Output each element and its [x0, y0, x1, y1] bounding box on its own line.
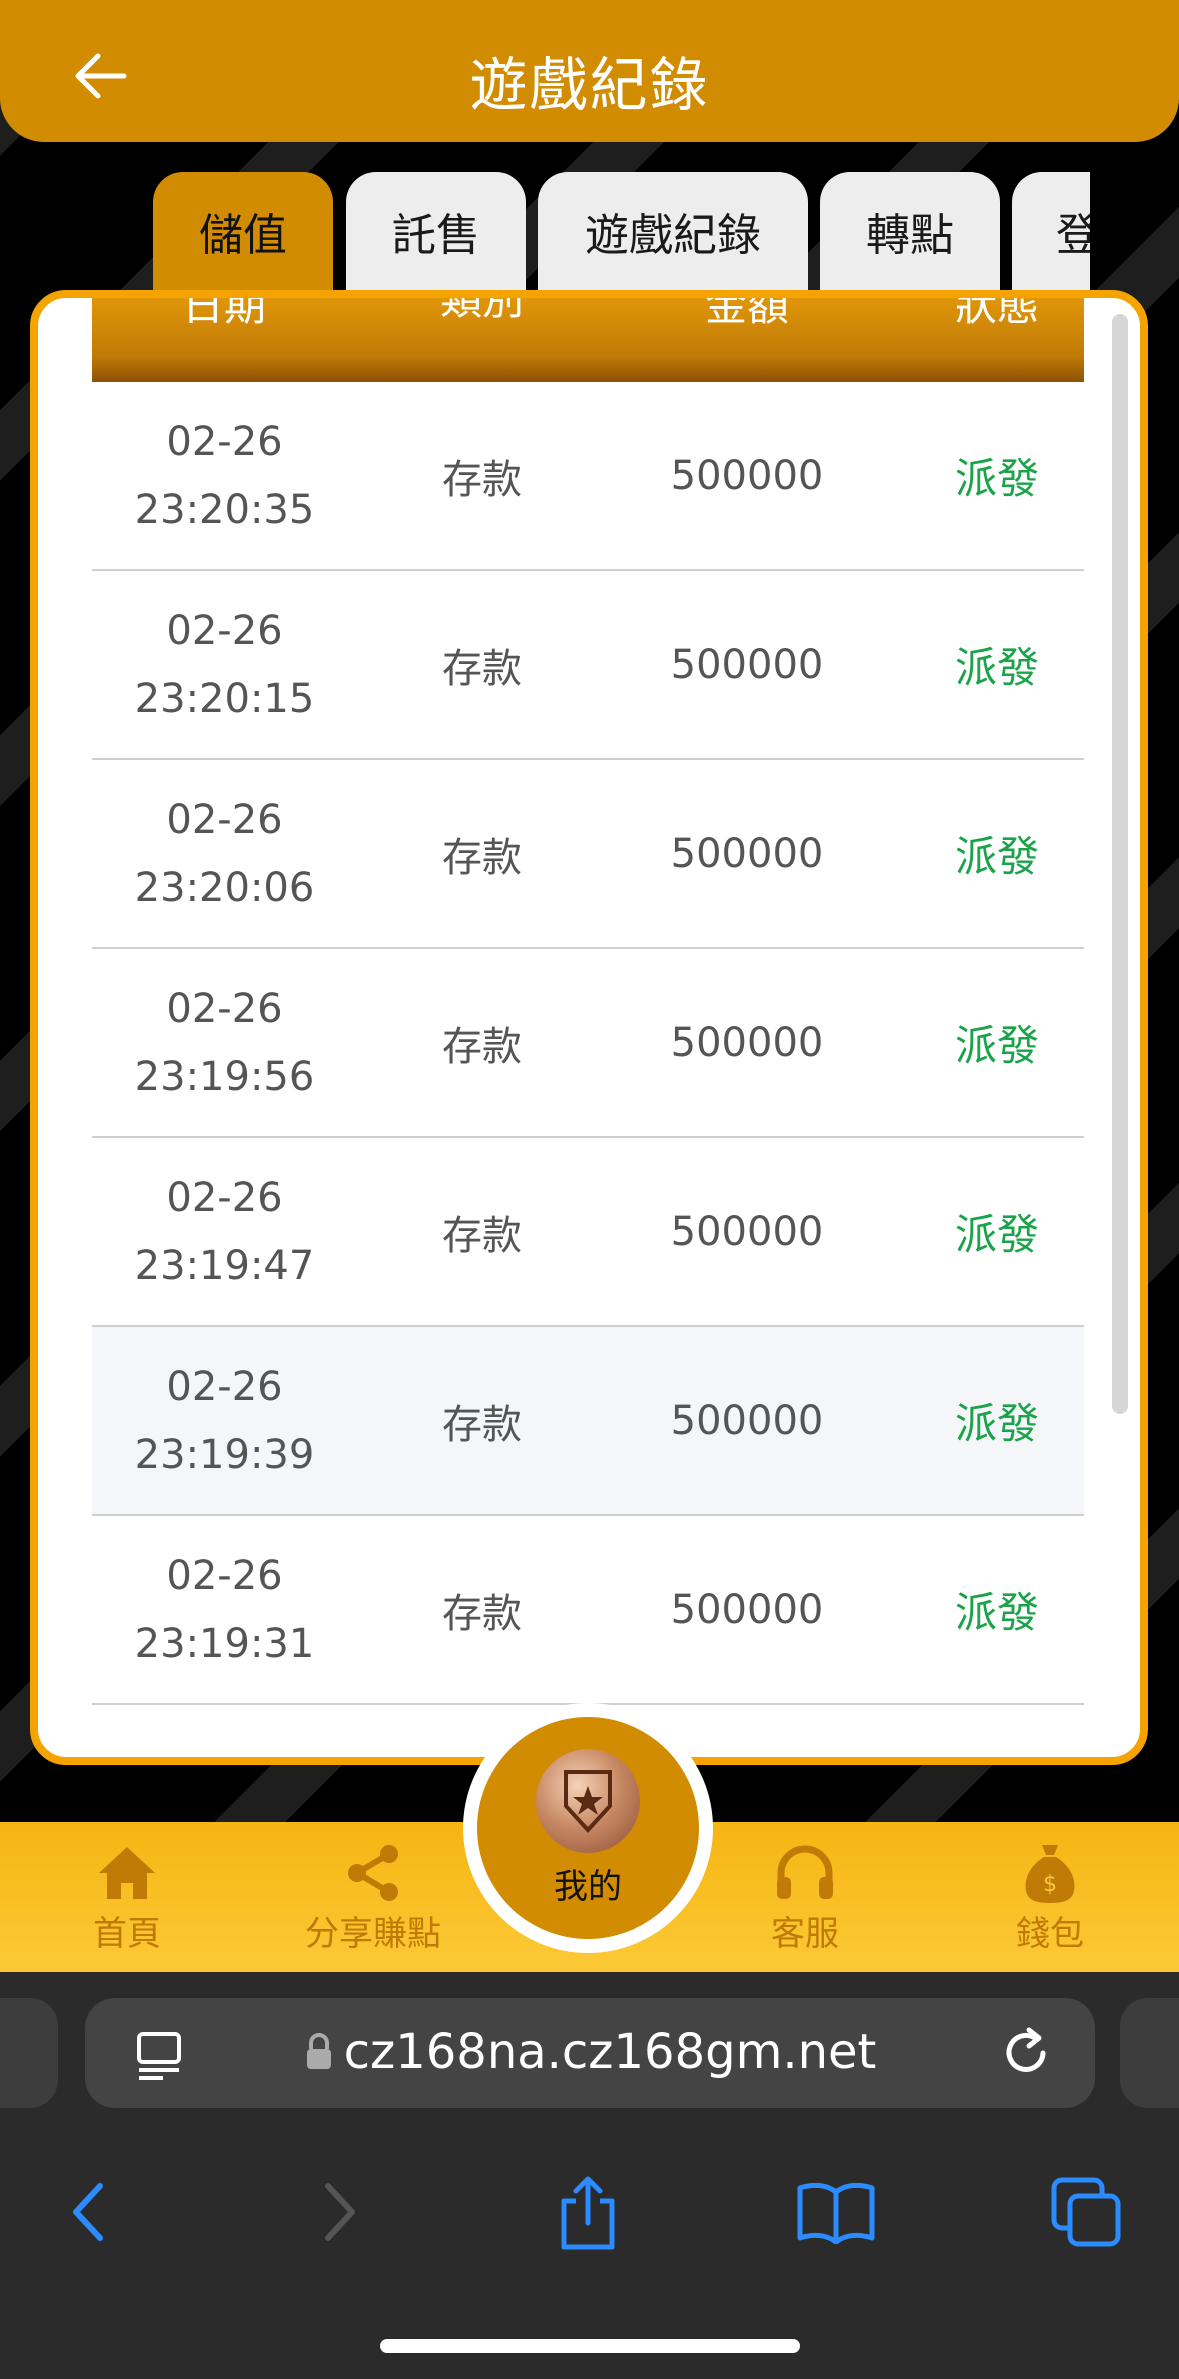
- url-text: cz168na.cz168gm.net: [85, 2024, 1095, 2083]
- type-cell: 存款: [442, 834, 522, 881]
- svg-text:$: $: [1043, 1872, 1057, 1897]
- share-icon: [343, 1840, 403, 1906]
- table-header: 日期 類別 金額 狀態: [92, 298, 1084, 382]
- tab-bar: 儲值 託售 遊戲紀錄 轉點 登: [0, 172, 1090, 290]
- nav-share-label: 分享賺點: [305, 1914, 441, 1954]
- next-tab-peek[interactable]: [1120, 1998, 1179, 2108]
- nav-mine-label: 我的: [554, 1866, 622, 1907]
- address-bar[interactable]: cz168na.cz168gm.net: [85, 1998, 1095, 2108]
- status-cell: 派發: [954, 454, 1039, 503]
- nav-share[interactable]: 分享賺點: [283, 1840, 463, 1960]
- column-header-type: 類別: [439, 298, 524, 324]
- date-cell: 02-26 23:20:35: [134, 418, 315, 533]
- amount-cell: 500000: [670, 1397, 824, 1444]
- status-cell: 派發: [954, 1588, 1039, 1637]
- tab-transfer[interactable]: 轉點: [820, 172, 1000, 290]
- nav-wallet[interactable]: $ 錢包: [960, 1840, 1140, 1960]
- url-value: cz168na.cz168gm.net: [343, 2024, 877, 2080]
- browser-forward-button[interactable]: [300, 2172, 380, 2252]
- status-cell: 派發: [954, 1399, 1039, 1448]
- date-cell: 02-26 23:20:06: [134, 796, 315, 911]
- bookmarks-button[interactable]: [796, 2172, 876, 2252]
- status-cell: 派發: [954, 643, 1039, 692]
- nav-home[interactable]: 首頁: [37, 1840, 217, 1960]
- scrollbar[interactable]: [1112, 314, 1128, 1414]
- amount-cell: 500000: [670, 830, 824, 877]
- tab-consign[interactable]: 託售: [346, 172, 526, 290]
- nav-home-label: 首頁: [93, 1914, 161, 1954]
- date-cell: 02-26 23:20:15: [134, 607, 315, 722]
- medal-icon: [536, 1748, 640, 1853]
- column-header-amount: 金額: [704, 298, 789, 330]
- table-row[interactable]: 02-26 23:20:15 存款 500000 派發: [92, 571, 1084, 760]
- headphones-icon: [773, 1840, 837, 1906]
- reload-icon[interactable]: [999, 2026, 1053, 2084]
- chevron-right-icon: [325, 2183, 355, 2241]
- home-indicator: [380, 2339, 800, 2353]
- tabs-button[interactable]: [1046, 2172, 1126, 2252]
- amount-cell: 500000: [670, 1208, 824, 1255]
- type-cell: 存款: [442, 645, 522, 692]
- type-cell: 存款: [442, 1590, 522, 1637]
- share-sheet-icon: [561, 2176, 615, 2250]
- date-cell: 02-26 23:19:31: [134, 1552, 315, 1667]
- money-bag-icon: $: [1022, 1840, 1078, 1906]
- tab-login[interactable]: 登: [1012, 172, 1090, 290]
- records-card: 日期 類別 金額 狀態 02-26 23:20:35 存款 500000 派發 0…: [30, 290, 1148, 1765]
- table-row[interactable]: 02-26 23:20:06 存款 500000 派發: [92, 760, 1084, 949]
- table-row[interactable]: 02-26 23:20:35 存款 500000 派發: [92, 382, 1084, 571]
- nav-service-label: 客服: [771, 1914, 839, 1954]
- date-cell: 02-26 23:19:39: [134, 1363, 315, 1478]
- date-cell: 02-26: [92, 1705, 357, 1757]
- nav-mine-button[interactable]: 我的: [463, 1703, 713, 1953]
- date-cell: 02-26 23:19:56: [134, 985, 315, 1100]
- status-cell: 派發: [954, 1210, 1039, 1259]
- lock-icon: [304, 2027, 334, 2083]
- amount-cell: 500000: [670, 1019, 824, 1066]
- type-cell: 存款: [442, 456, 522, 503]
- type-cell: 存款: [442, 1212, 522, 1259]
- nav-service[interactable]: 客服: [715, 1840, 895, 1960]
- column-header-date: 日期: [181, 298, 266, 330]
- table-row[interactable]: 02-26 23:19:56 存款 500000 派發: [92, 949, 1084, 1138]
- tabs-icon: [1051, 2177, 1121, 2247]
- app-header: 遊戲紀錄: [0, 0, 1179, 142]
- previous-tab-peek[interactable]: [0, 1998, 58, 2108]
- column-header-status: 狀態: [954, 298, 1039, 330]
- browser-back-button[interactable]: [48, 2172, 128, 2252]
- tab-game-record[interactable]: 遊戲紀錄: [538, 172, 808, 290]
- type-cell: 存款: [442, 1023, 522, 1070]
- share-button[interactable]: [548, 2172, 628, 2252]
- chevron-left-icon: [73, 2183, 103, 2241]
- table-row[interactable]: 02-26 23:19:39 存款 500000 派發: [92, 1327, 1084, 1516]
- status-cell: 派發: [954, 1021, 1039, 1070]
- status-cell: 派發: [954, 832, 1039, 881]
- amount-cell: 500000: [670, 641, 824, 688]
- table-row[interactable]: 02-26 23:19:47 存款 500000 派發: [92, 1138, 1084, 1327]
- nav-mine-circle: 我的: [477, 1717, 699, 1939]
- amount-cell: 500000: [670, 1586, 824, 1633]
- home-icon: [95, 1840, 159, 1906]
- nav-wallet-label: 錢包: [1016, 1914, 1084, 1954]
- book-icon: [797, 2182, 875, 2244]
- tab-deposit[interactable]: 儲值: [153, 172, 333, 290]
- date-cell: 02-26 23:19:47: [134, 1174, 315, 1289]
- table-row[interactable]: 02-26 23:19:31 存款 500000 派發: [92, 1516, 1084, 1705]
- page-title: 遊戲紀錄: [469, 51, 710, 119]
- type-cell: 存款: [442, 1401, 522, 1448]
- amount-cell: 500000: [670, 452, 824, 499]
